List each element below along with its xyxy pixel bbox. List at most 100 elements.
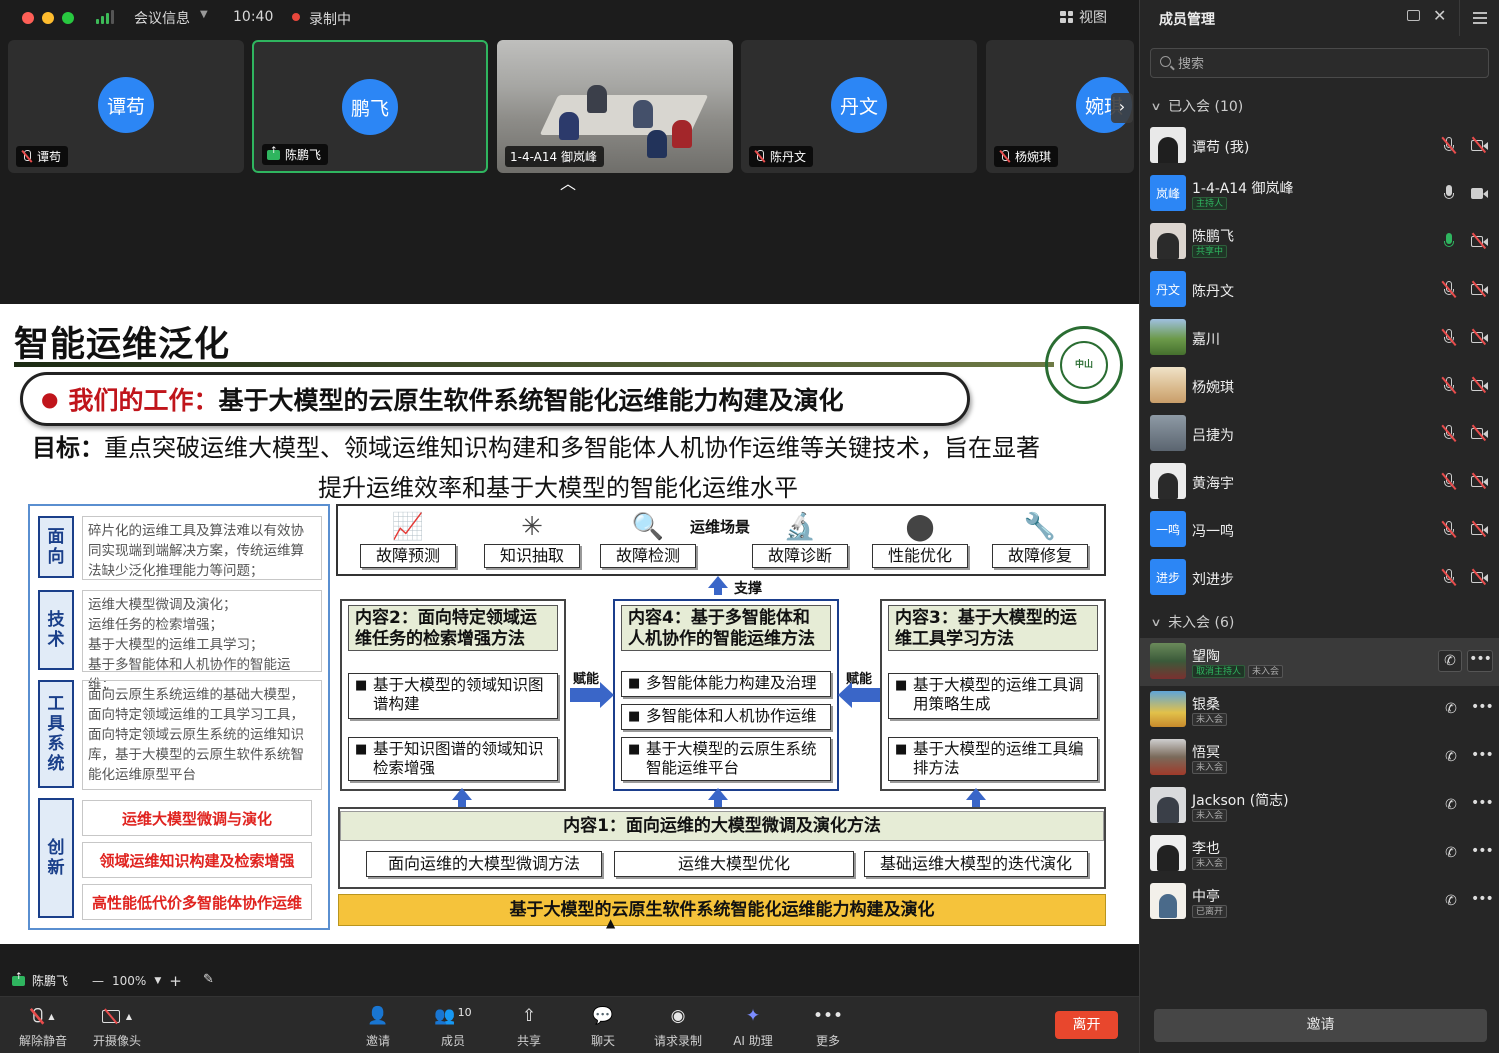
toolbar-label: 解除静音 bbox=[18, 1034, 67, 1048]
mic-muted-icon[interactable] bbox=[1442, 329, 1456, 347]
participant-row[interactable]: 嘉川 bbox=[1140, 314, 1499, 362]
participant-row[interactable]: 李也 未入会 ✆ ••• bbox=[1140, 830, 1499, 878]
more-dots-icon[interactable]: ••• bbox=[1471, 747, 1494, 767]
participant-row[interactable]: 杨婉琪 bbox=[1140, 362, 1499, 410]
participant-row[interactable]: 进步 刘进步 bbox=[1140, 554, 1499, 602]
not-joined-section-header[interactable]: ∨ 未入会 (6) bbox=[1150, 612, 1234, 632]
share-button[interactable]: ⇧ 共享 bbox=[494, 1004, 564, 1049]
camera-off-icon[interactable] bbox=[1471, 331, 1488, 343]
view-label: 视图 bbox=[1079, 10, 1107, 26]
mic-muted-icon[interactable] bbox=[1442, 377, 1456, 395]
remove-host-badge[interactable]: 取消主持人 bbox=[1192, 665, 1246, 678]
phone-call-icon[interactable]: ✆ bbox=[1442, 844, 1460, 862]
up-arrow-stem bbox=[458, 799, 466, 807]
microscope-icon: 🔬 bbox=[783, 512, 817, 542]
mic-muted-icon[interactable] bbox=[1442, 137, 1456, 155]
strip-next-arrow-icon[interactable]: › bbox=[1111, 93, 1133, 123]
camera-on-icon[interactable] bbox=[1471, 187, 1488, 199]
participant-row[interactable]: 丹文 陈丹文 bbox=[1140, 266, 1499, 314]
popout-icon[interactable] bbox=[1407, 10, 1420, 21]
more-dots-icon[interactable]: ••• bbox=[1467, 650, 1493, 672]
video-tile-active-speaker[interactable]: 鹏飞 陈鹏飞 bbox=[252, 40, 488, 173]
participant-row[interactable]: 谭苟 (我) bbox=[1140, 122, 1499, 170]
camera-off-icon[interactable] bbox=[1471, 427, 1488, 439]
recording-status[interactable]: 录制中 bbox=[309, 9, 351, 29]
more-dots-icon[interactable]: ••• bbox=[1471, 795, 1494, 815]
camera-off-icon[interactable] bbox=[1471, 379, 1488, 391]
phone-call-icon[interactable]: ✆ bbox=[1442, 748, 1460, 766]
close-icon[interactable]: ✕ bbox=[1433, 6, 1446, 25]
participant-row[interactable]: Jackson (简志) 未入会 ✆ ••• bbox=[1140, 782, 1499, 830]
participant-row[interactable]: 吕捷为 bbox=[1140, 410, 1499, 458]
start-video-button[interactable]: ▲ 开摄像头 bbox=[82, 1004, 152, 1049]
mic-on-icon[interactable] bbox=[1442, 185, 1456, 203]
invite-members-button[interactable]: 邀请 bbox=[1154, 1009, 1487, 1042]
chat-button[interactable]: 💬 聊天 bbox=[568, 1004, 638, 1049]
participant-row[interactable]: 中亭 已离开 ✆ ••• bbox=[1140, 878, 1499, 926]
participant-row[interactable]: 银桑 未入会 ✆ ••• bbox=[1140, 686, 1499, 734]
phone-call-icon[interactable]: ✆ bbox=[1438, 650, 1462, 672]
request-record-button[interactable]: ◉ 请求录制 bbox=[643, 1004, 713, 1049]
participant-row[interactable]: 悟冥 未入会 ✆ ••• bbox=[1140, 734, 1499, 782]
minimize-window-button[interactable] bbox=[42, 12, 54, 24]
phone-call-icon[interactable]: ✆ bbox=[1442, 892, 1460, 910]
zoom-level[interactable]: 100% bbox=[112, 974, 146, 988]
search-input[interactable] bbox=[1178, 54, 1478, 74]
phone-call-icon[interactable]: ✆ bbox=[1442, 796, 1460, 814]
participant-row[interactable]: 陈鹏飞 共享中 bbox=[1140, 218, 1499, 266]
camera-off-icon[interactable] bbox=[1471, 571, 1488, 583]
participant-row[interactable]: 岚峰 1-4-A14 御岚峰 主持人 bbox=[1140, 170, 1499, 218]
maximize-window-button[interactable] bbox=[62, 12, 74, 24]
network-signal-icon[interactable] bbox=[96, 10, 114, 24]
zoom-out-button[interactable]: — bbox=[92, 974, 104, 988]
camera-off-icon[interactable] bbox=[1471, 523, 1488, 535]
mic-muted-icon[interactable] bbox=[1442, 473, 1456, 491]
participant-name: 悟冥 bbox=[1192, 745, 1220, 761]
record-icon: ◉ bbox=[670, 1006, 686, 1026]
goal-line-1: 目标：重点突破运维大模型、领域运维知识构建和多智能体人机协作运维等关键技术，旨在… bbox=[32, 428, 1132, 468]
more-dots-icon[interactable]: ••• bbox=[1471, 891, 1494, 911]
participant-row[interactable]: 一鸣 冯一鸣 bbox=[1140, 506, 1499, 554]
meeting-info-button[interactable]: 会议信息 bbox=[134, 8, 190, 28]
mic-muted-icon[interactable] bbox=[1442, 425, 1456, 443]
camera-off-icon[interactable] bbox=[1471, 283, 1488, 295]
participant-row[interactable]: 黄海宇 bbox=[1140, 458, 1499, 506]
camera-off-icon[interactable] bbox=[1471, 139, 1488, 151]
unmute-button[interactable]: ▲ 解除静音 bbox=[8, 1004, 78, 1049]
more-dots-icon[interactable]: ••• bbox=[1471, 699, 1494, 719]
more-button[interactable]: ••• 更多 bbox=[793, 1004, 863, 1049]
collapse-strip-chevron-icon[interactable]: ︿ bbox=[560, 176, 576, 192]
zoom-in-button[interactable]: + bbox=[169, 972, 182, 990]
mic-muted-icon[interactable] bbox=[1442, 521, 1456, 539]
joined-section-header[interactable]: ∨ 已入会 (10) bbox=[1150, 96, 1243, 116]
chevron-down-icon[interactable]: ▼ bbox=[200, 9, 208, 20]
video-tile[interactable]: 谭苟 谭苟 bbox=[8, 40, 244, 173]
invite-button[interactable]: 👤 邀请 bbox=[343, 1004, 413, 1049]
participant-name: Jackson (简志) bbox=[1192, 793, 1289, 809]
scene-label: 故障诊断 bbox=[752, 544, 848, 568]
camera-off-icon[interactable] bbox=[1471, 235, 1488, 247]
presenter-indicator[interactable]: 陈鹏飞 bbox=[12, 972, 68, 989]
video-tile[interactable]: 丹文 陈丹文 bbox=[741, 40, 977, 173]
chevron-down-icon[interactable]: ▲ bbox=[48, 1012, 54, 1021]
members-button[interactable]: 👥 10 成员 bbox=[418, 1004, 488, 1049]
leave-button[interactable]: 离开 bbox=[1055, 1011, 1118, 1039]
category-tag: 工具系统 bbox=[38, 680, 74, 788]
mic-muted-icon[interactable] bbox=[1442, 281, 1456, 299]
participant-row[interactable]: 望陶 取消主持人 未入会 ✆ ••• bbox=[1140, 638, 1499, 686]
annotate-pen-icon[interactable]: ✎ bbox=[203, 972, 214, 987]
close-window-button[interactable] bbox=[22, 12, 34, 24]
view-button[interactable]: 视图 bbox=[1060, 7, 1107, 27]
participant-name: 嘉川 bbox=[1192, 332, 1220, 348]
chevron-down-icon[interactable]: ▼ bbox=[154, 976, 161, 986]
phone-call-icon[interactable]: ✆ bbox=[1442, 700, 1460, 718]
hamburger-menu-icon[interactable] bbox=[1473, 12, 1487, 27]
search-box[interactable] bbox=[1150, 48, 1489, 78]
more-dots-icon[interactable]: ••• bbox=[1471, 843, 1494, 863]
ai-assistant-button[interactable]: ✦ AI 助理 bbox=[718, 1004, 788, 1049]
mic-muted-icon[interactable] bbox=[1442, 569, 1456, 587]
video-tile-room-camera[interactable]: 1-4-A14 御岚峰 bbox=[497, 40, 733, 173]
camera-off-icon[interactable] bbox=[1471, 475, 1488, 487]
mic-speaking-icon[interactable] bbox=[1442, 233, 1456, 251]
chevron-down-icon[interactable]: ▲ bbox=[126, 1012, 132, 1021]
